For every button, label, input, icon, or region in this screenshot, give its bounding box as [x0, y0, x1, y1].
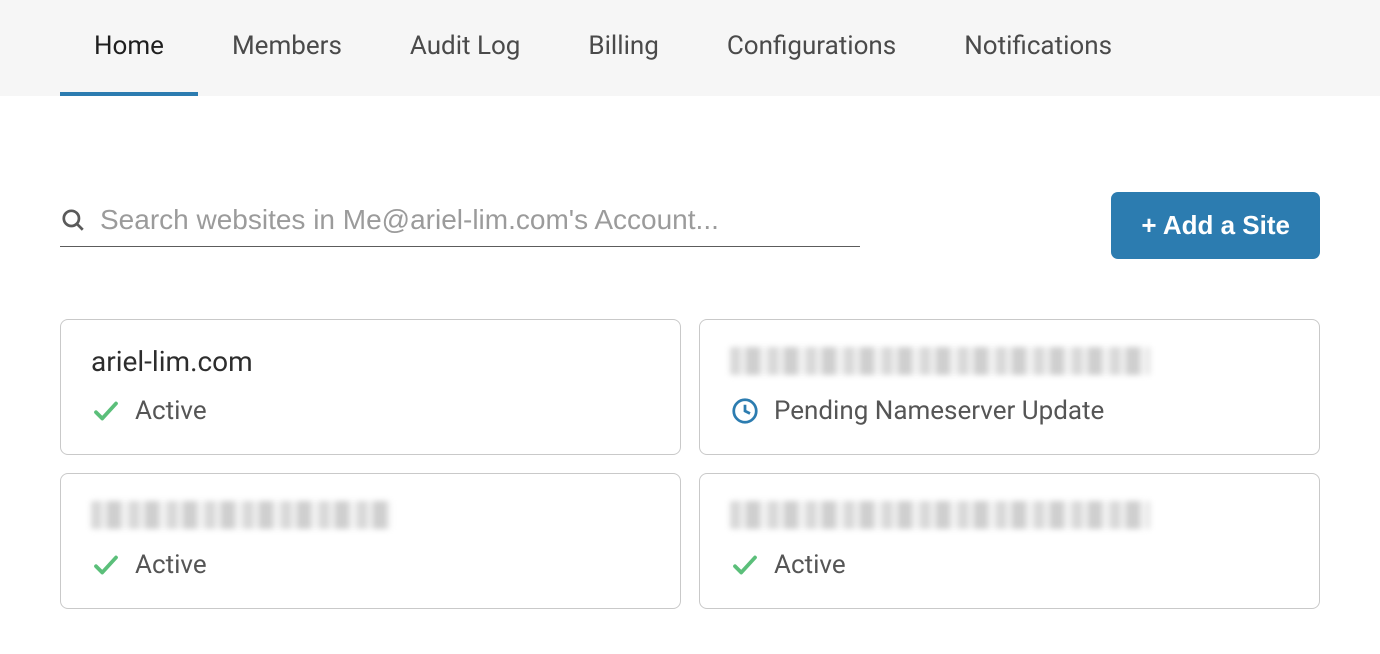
tab-members[interactable]: Members: [198, 0, 376, 96]
tab-label: Members: [232, 31, 342, 61]
site-name: ariel-lim.com: [91, 344, 650, 378]
check-icon: [730, 550, 760, 580]
tab-notifications[interactable]: Notifications: [930, 0, 1146, 96]
site-card[interactable]: Active: [60, 473, 681, 609]
main-content: + Add a Site ariel-lim.com Active Pendin…: [0, 96, 1380, 649]
search-input[interactable]: [100, 204, 860, 236]
search-field-wrap: [60, 204, 860, 247]
tab-label: Billing: [588, 31, 658, 61]
top-nav: Home Members Audit Log Billing Configura…: [0, 0, 1380, 96]
site-name-redacted: [730, 498, 1289, 532]
check-icon: [91, 550, 121, 580]
redacted-text: [91, 501, 391, 529]
site-name-redacted: [91, 498, 650, 532]
redacted-text: [730, 347, 1150, 375]
redacted-text: [730, 501, 1150, 529]
tab-label: Notifications: [964, 31, 1112, 61]
tab-audit-log[interactable]: Audit Log: [376, 0, 555, 96]
tab-billing[interactable]: Billing: [554, 0, 692, 96]
status-text: Active: [135, 550, 207, 580]
site-card[interactable]: Pending Nameserver Update: [699, 319, 1320, 455]
check-icon: [91, 396, 121, 426]
clock-icon: [730, 396, 760, 426]
tab-home[interactable]: Home: [60, 0, 198, 96]
status-text: Active: [774, 550, 846, 580]
status-text: Active: [135, 396, 207, 426]
search-icon: [60, 207, 86, 233]
site-card[interactable]: Active: [699, 473, 1320, 609]
status-text: Pending Nameserver Update: [774, 396, 1104, 426]
tab-label: Home: [94, 31, 164, 61]
add-site-button[interactable]: + Add a Site: [1111, 192, 1320, 259]
tab-configurations[interactable]: Configurations: [693, 0, 930, 96]
toolbar: + Add a Site: [60, 192, 1320, 259]
tab-label: Audit Log: [410, 31, 521, 61]
site-status: Active: [91, 550, 650, 580]
site-status: Pending Nameserver Update: [730, 396, 1289, 426]
site-status: Active: [730, 550, 1289, 580]
sites-grid: ariel-lim.com Active Pending Nameserver …: [60, 319, 1320, 609]
site-card[interactable]: ariel-lim.com Active: [60, 319, 681, 455]
site-name-redacted: [730, 344, 1289, 378]
tab-label: Configurations: [727, 31, 896, 61]
site-status: Active: [91, 396, 650, 426]
